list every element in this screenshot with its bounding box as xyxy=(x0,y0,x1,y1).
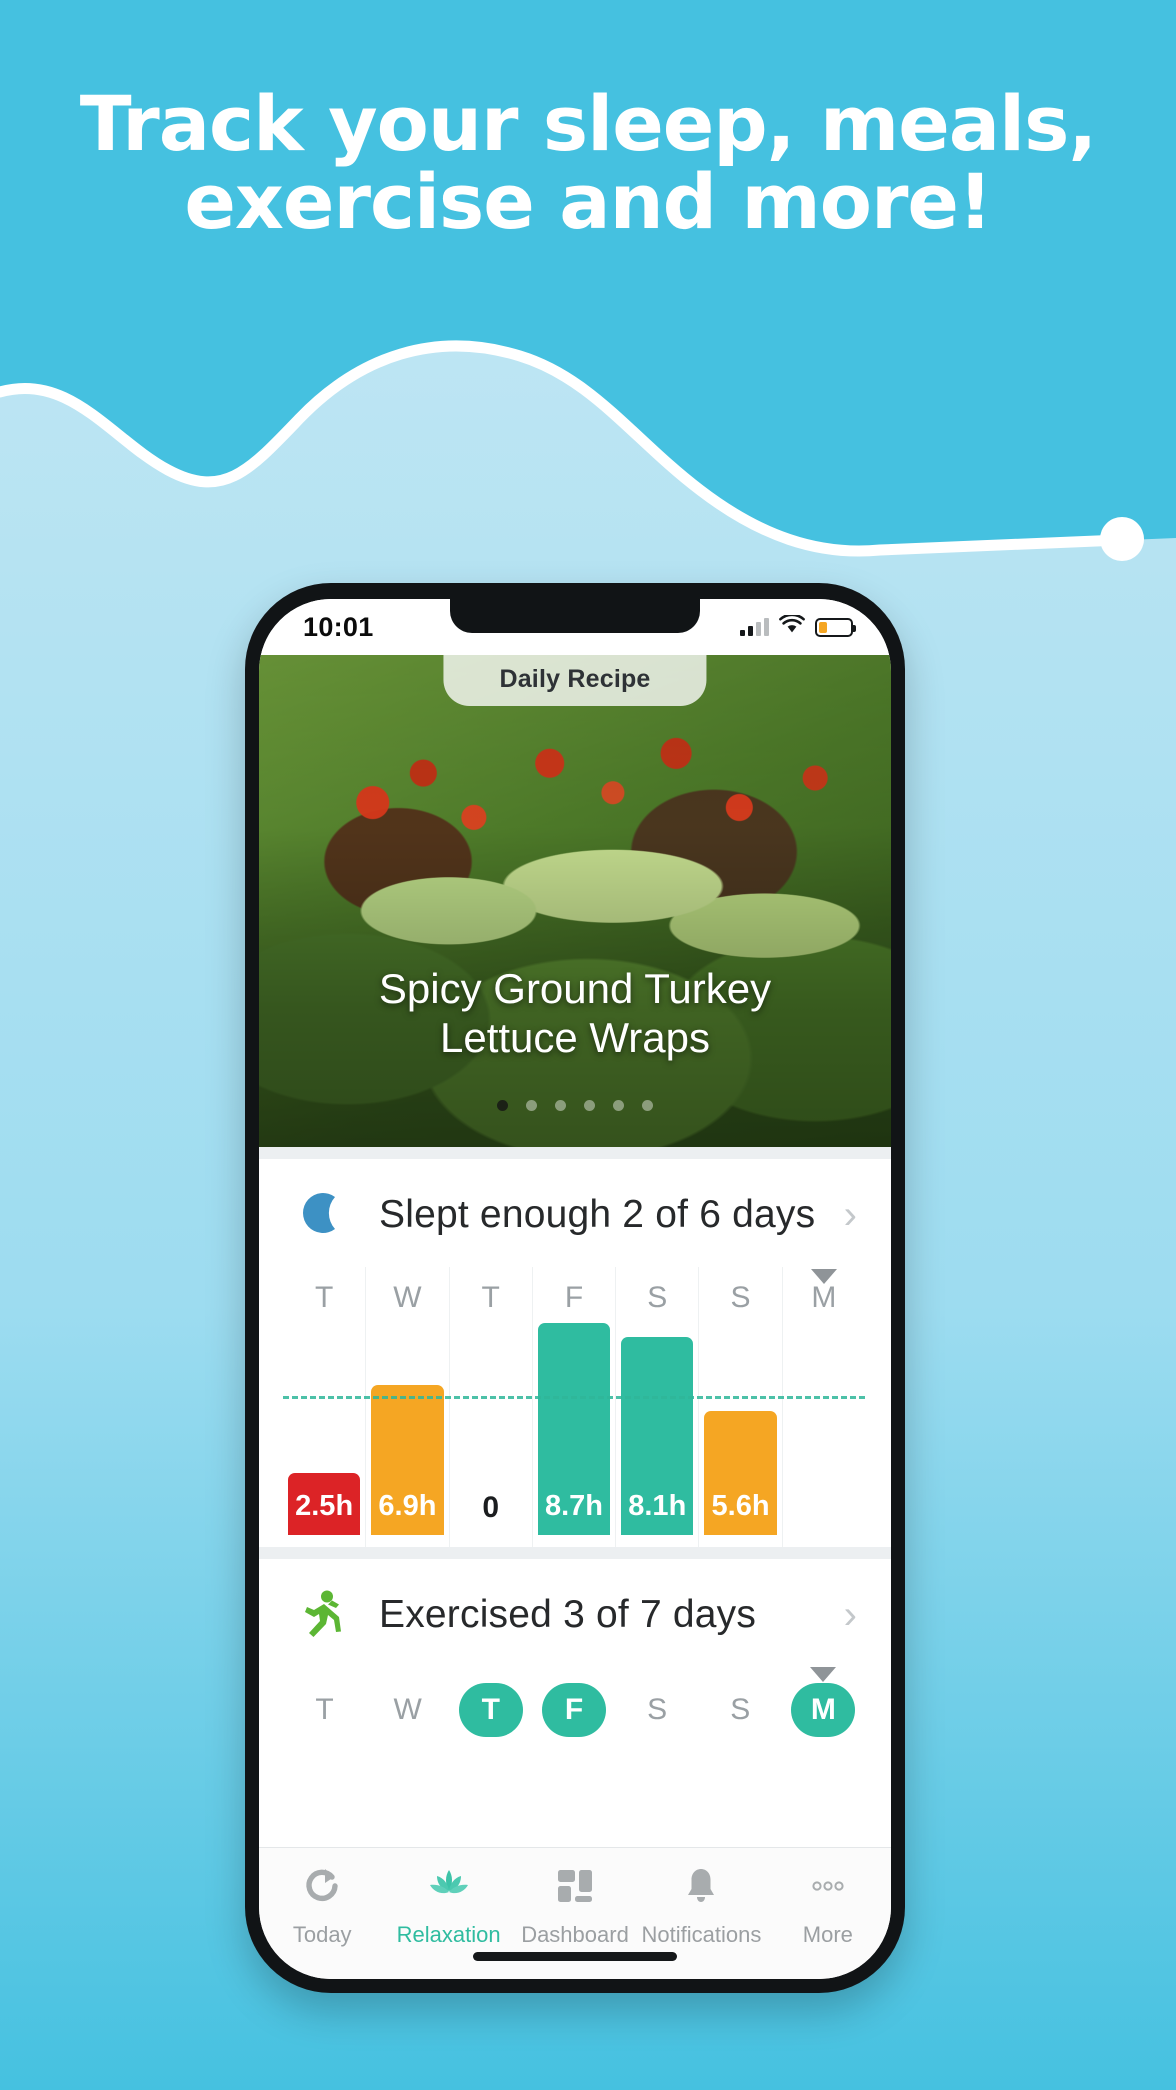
sleep-bar-chart: T 2.5h W 6.9h T 0 F 8.7h S 8.1h S 5.6h M xyxy=(259,1267,891,1547)
chevron-right-icon[interactable]: › xyxy=(844,1595,863,1635)
chart-column: F 8.7h xyxy=(533,1267,617,1547)
exercise-day[interactable]: S xyxy=(699,1673,782,1747)
sleep-card-title: Slept enough 2 of 6 days xyxy=(379,1193,816,1236)
chart-bar-value: 2.5h xyxy=(295,1490,354,1522)
tab-today[interactable]: Today xyxy=(259,1864,385,1948)
ellipsis-icon xyxy=(806,1864,850,1913)
exercise-card-title: Exercised 3 of 7 days xyxy=(379,1593,757,1636)
tab-label: Relaxation xyxy=(396,1922,501,1947)
recipe-title: Spicy Ground Turkey Lettuce Wraps xyxy=(259,964,891,1063)
exercise-day-pill[interactable]: S xyxy=(625,1683,689,1737)
exercise-day-pill[interactable]: W xyxy=(376,1683,440,1737)
exercise-card[interactable]: Exercised 3 of 7 days › T W T F S S M xyxy=(259,1559,891,1777)
phone-mockup: 10:01 Daily Recipe Spicy Ground Turkey L… xyxy=(245,583,905,1993)
promo-headline: Track your sleep, meals, exercise and mo… xyxy=(0,79,1176,247)
exercise-day-pill[interactable]: S xyxy=(708,1683,772,1737)
carousel-dot[interactable] xyxy=(526,1100,537,1111)
carousel-dot[interactable] xyxy=(642,1100,653,1111)
exercise-day-pills: T W T F S S M xyxy=(259,1667,891,1777)
carousel-dot[interactable] xyxy=(584,1100,595,1111)
chart-bar-value: 8.7h xyxy=(544,1490,603,1522)
lotus-icon xyxy=(427,1864,471,1913)
chart-bar: 5.6h xyxy=(704,1411,777,1535)
chart-bar-value: 5.6h xyxy=(711,1490,770,1522)
chart-columns: T 2.5h W 6.9h T 0 F 8.7h S 8.1h S 5.6h M xyxy=(283,1267,865,1547)
headline-line-2: exercise and more! xyxy=(184,157,992,247)
crescent-moon-icon xyxy=(293,1185,353,1245)
tab-dashboard[interactable]: Dashboard xyxy=(512,1864,638,1948)
status-icons xyxy=(740,613,856,639)
exercise-day[interactable]: S xyxy=(616,1673,699,1747)
chart-bar-value: 8.1h xyxy=(628,1490,687,1522)
chart-bar-value: 6.9h xyxy=(378,1490,437,1522)
chart-column: W 6.9h xyxy=(366,1267,450,1547)
chart-day-label: F xyxy=(564,1281,584,1314)
grid-icon xyxy=(553,1864,597,1913)
exercise-day-pill-active[interactable]: M xyxy=(791,1683,856,1737)
exercise-day-pill-active[interactable]: T xyxy=(458,1683,523,1737)
daily-recipe-hero[interactable]: Daily Recipe Spicy Ground Turkey Lettuce… xyxy=(259,655,891,1147)
chart-column: T 2.5h xyxy=(283,1267,367,1547)
recipe-title-line-1: Spicy Ground Turkey xyxy=(378,964,772,1012)
chart-column: S 8.1h xyxy=(616,1267,700,1547)
chart-day-label: S xyxy=(730,1281,751,1314)
sleep-goal-line xyxy=(283,1396,865,1399)
recipe-photo-overlay xyxy=(259,655,891,1147)
chart-bar: 8.1h xyxy=(621,1337,694,1535)
exercise-card-header[interactable]: Exercised 3 of 7 days › xyxy=(259,1559,891,1667)
battery-low-icon xyxy=(815,617,856,637)
tab-label: Notifications xyxy=(641,1922,762,1947)
carousel-dots[interactable] xyxy=(259,1100,891,1111)
chart-column: T 0 xyxy=(450,1267,533,1547)
tab-label: Today xyxy=(292,1922,352,1947)
chart-column: S 5.6h xyxy=(699,1267,783,1547)
card-divider xyxy=(259,1547,891,1559)
sleep-card[interactable]: Slept enough 2 of 6 days › T 2.5h W 6.9h… xyxy=(259,1159,891,1547)
home-indicator xyxy=(473,1952,677,1961)
headline-line-1: Track your sleep, meals, xyxy=(79,79,1097,168)
chevron-right-icon[interactable]: › xyxy=(844,1195,863,1235)
exercise-day[interactable]: T xyxy=(283,1673,366,1747)
running-person-icon xyxy=(293,1585,353,1645)
tab-more[interactable]: More xyxy=(765,1864,891,1948)
chart-day-label: T xyxy=(314,1281,334,1314)
exercise-day[interactable]: T xyxy=(449,1673,532,1747)
chart-bar-value: 0 xyxy=(482,1491,500,1524)
carousel-dot[interactable] xyxy=(613,1100,624,1111)
exercise-day-pill-active[interactable]: F xyxy=(541,1683,606,1737)
recipe-title-line-2: Lettuce Wraps xyxy=(439,1014,711,1062)
tab-relaxation[interactable]: Relaxation xyxy=(385,1864,511,1948)
chart-bar: 2.5h xyxy=(287,1473,361,1535)
chart-bar: 8.7h xyxy=(537,1323,611,1535)
promo-screenshot: Track your sleep, meals, exercise and mo… xyxy=(0,0,1176,2090)
today-marker-icon xyxy=(810,1667,837,1682)
chart-day-label: T xyxy=(481,1281,500,1314)
phone-notch xyxy=(450,599,700,633)
bell-icon xyxy=(679,1864,723,1913)
chart-bar: 6.9h xyxy=(371,1385,444,1535)
carousel-dot[interactable] xyxy=(555,1100,566,1111)
daily-recipe-badge: Daily Recipe xyxy=(443,655,707,706)
card-divider xyxy=(259,1147,891,1159)
status-clock: 10:01 xyxy=(303,611,374,642)
exercise-day[interactable]: F xyxy=(532,1673,615,1747)
phone-screen: 10:01 Daily Recipe Spicy Ground Turkey L… xyxy=(259,599,891,1979)
exercise-day[interactable]: W xyxy=(366,1673,449,1747)
tab-label: Dashboard xyxy=(521,1922,629,1947)
chart-day-label: W xyxy=(393,1281,422,1314)
cellular-signal-icon xyxy=(740,618,769,636)
wifi-icon xyxy=(779,613,805,639)
exercise-day-today[interactable]: M xyxy=(782,1667,865,1747)
chart-column-today: M xyxy=(783,1267,865,1547)
tab-label: More xyxy=(802,1922,853,1947)
refresh-circle-icon xyxy=(300,1864,344,1913)
exercise-day-pill[interactable]: T xyxy=(293,1683,357,1737)
carousel-dot[interactable] xyxy=(497,1100,508,1111)
tab-notifications[interactable]: Notifications xyxy=(638,1864,764,1948)
chart-day-label: M xyxy=(811,1281,837,1314)
sleep-card-header[interactable]: Slept enough 2 of 6 days › xyxy=(259,1159,891,1267)
chart-day-label: S xyxy=(647,1281,668,1314)
